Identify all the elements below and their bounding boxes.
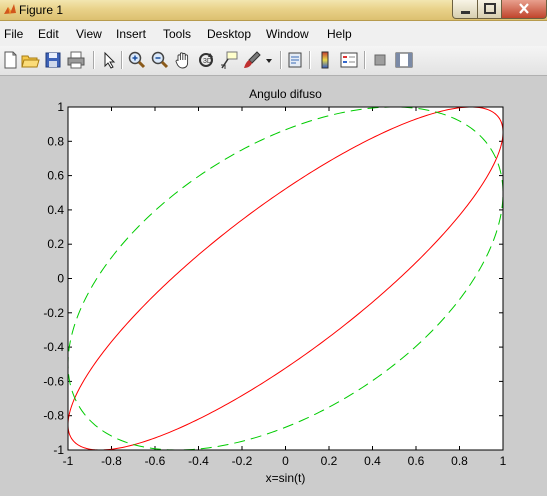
new-figure-icon[interactable] [0, 50, 20, 70]
menu-insert[interactable]: Insert [116, 27, 146, 41]
colorbar-icon[interactable] [315, 50, 335, 70]
x-tick-label: 1 [500, 454, 507, 468]
x-tick-label: -0.8 [101, 454, 122, 468]
figure-toolbar: 3D [0, 46, 547, 76]
legend-icon[interactable] [339, 50, 359, 70]
y-tick-label: 0.6 [47, 169, 64, 183]
y-tick-label: 0.4 [47, 203, 64, 217]
x-tick-label: 0.8 [451, 454, 468, 468]
print-figure-icon[interactable] [66, 50, 86, 70]
zoom-out-icon[interactable] [150, 50, 170, 70]
y-tick-label: 1 [57, 100, 64, 114]
chevron-down-icon[interactable] [262, 50, 276, 70]
x-axis-label: x=sin(t) [266, 471, 306, 485]
matlab-icon [4, 4, 16, 15]
menu-view[interactable]: View [76, 27, 102, 41]
chart-title: Angulo difuso [249, 87, 322, 101]
close-icon [519, 3, 529, 14]
menu-bar: File Edit View Insert Tools Desktop Wind… [0, 21, 547, 46]
y-tick-label: -0.8 [43, 409, 64, 423]
brush-icon[interactable] [242, 50, 262, 70]
x-tick-label: -0.6 [145, 454, 166, 468]
y-tick-label: 0.8 [47, 134, 64, 148]
menu-desktop[interactable]: Desktop [207, 27, 251, 41]
link-plot-icon[interactable] [285, 50, 305, 70]
toolbar-separator [309, 51, 311, 69]
edit-plot-icon[interactable] [99, 50, 119, 70]
svg-text:3D: 3D [203, 58, 212, 65]
x-tick-labels: -1 -0.8 -0.6 -0.4 -0.2 0 0.2 0.4 0.6 0.8 1 [63, 454, 507, 468]
title-bar: Figure 1 [0, 0, 547, 21]
y-tick-label: -1 [53, 443, 64, 457]
menu-edit[interactable]: Edit [38, 27, 59, 41]
hide-plot-tools-icon[interactable] [370, 50, 390, 70]
x-tick-label: 0 [282, 454, 289, 468]
maximize-icon [484, 3, 496, 14]
y-tick-label: -0.6 [43, 374, 64, 388]
menu-file[interactable]: File [4, 27, 23, 41]
save-figure-icon[interactable] [43, 50, 63, 70]
rotate-3d-icon[interactable]: 3D [196, 50, 216, 70]
toolbar-separator [121, 51, 123, 69]
y-tick-label: -0.4 [43, 340, 64, 354]
y-tick-label: -0.2 [43, 306, 64, 320]
close-button[interactable] [501, 0, 547, 19]
axes-background[interactable] [68, 107, 503, 450]
minimize-button[interactable] [452, 0, 479, 19]
y-tick-labels: -1 -0.8 -0.6 -0.4 -0.2 0 0.2 0.4 0.6 0.8 1 [43, 100, 64, 457]
menu-window[interactable]: Window [266, 27, 309, 41]
x-tick-label: 0.2 [321, 454, 338, 468]
open-file-icon[interactable] [20, 50, 40, 70]
toolbar-separator [280, 51, 282, 69]
x-tick-label: -0.4 [188, 454, 209, 468]
figure-canvas: Angulo difuso -1 -0.8 -0.6 -0.4 -0.2 0 0.2 0.4 0… [43, 87, 507, 485]
x-tick-label: -1 [63, 454, 74, 468]
data-cursor-icon[interactable] [219, 50, 239, 70]
menu-tools[interactable]: Tools [163, 27, 191, 41]
minimize-icon [461, 11, 470, 14]
window-title: Figure 1 [19, 3, 64, 17]
y-tick-label: 0.2 [47, 237, 64, 251]
x-tick-label: -0.2 [232, 454, 253, 468]
maximize-button[interactable] [477, 0, 503, 19]
pan-icon[interactable] [173, 50, 193, 70]
zoom-in-icon[interactable] [127, 50, 147, 70]
toolbar-separator [364, 51, 366, 69]
y-tick-label: 0 [57, 272, 64, 286]
x-tick-label: 0.6 [408, 454, 425, 468]
x-tick-label: 0.4 [364, 454, 381, 468]
show-plot-tools-icon[interactable] [394, 50, 414, 70]
toolbar-separator [93, 51, 95, 69]
menu-help[interactable]: Help [327, 27, 352, 41]
